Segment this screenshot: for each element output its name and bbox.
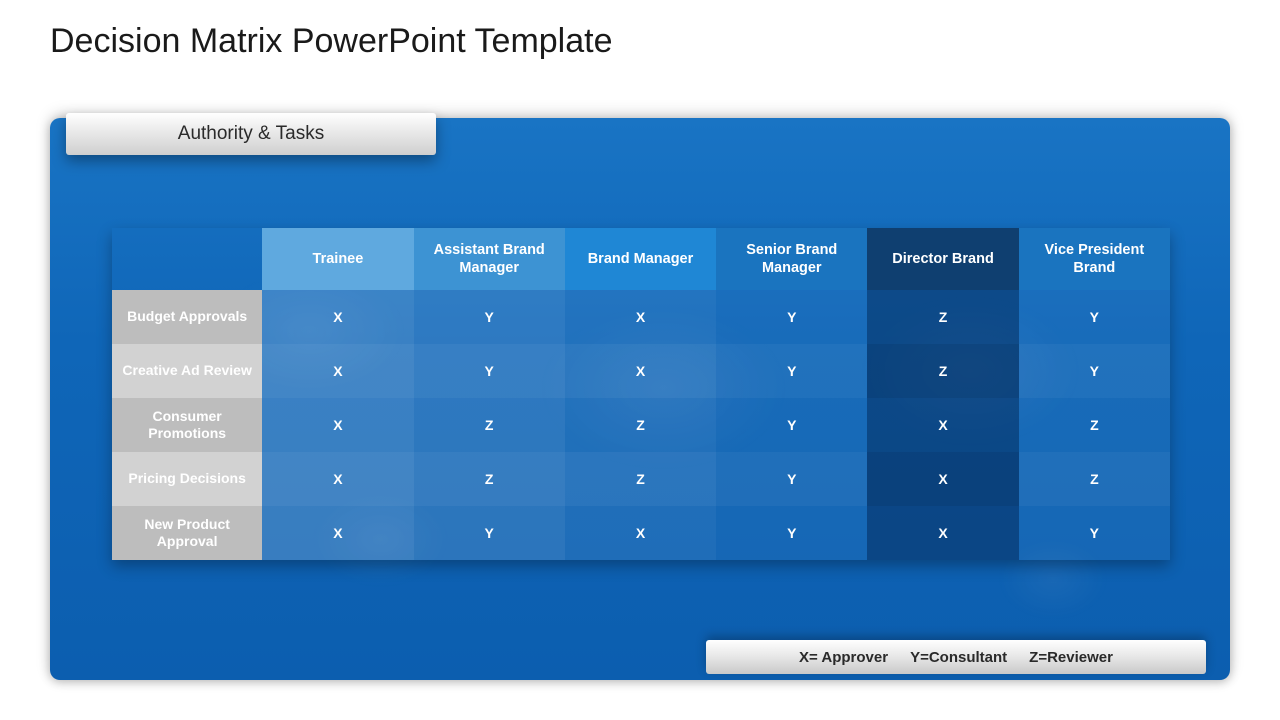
matrix-cell: X (262, 452, 413, 506)
matrix-cell: X (565, 290, 716, 344)
matrix-panel: Authority & Tasks Trainee Assistant Bran… (50, 118, 1230, 680)
row-header: New Product Approval (112, 506, 262, 560)
matrix-cell: X (565, 506, 716, 560)
matrix-cell: X (262, 290, 413, 344)
table-row: Consumer Promotions X Z Z Y X Z (112, 398, 1170, 452)
col-header-trainee: Trainee (262, 228, 413, 290)
table-row: Creative Ad Review X Y X Y Z Y (112, 344, 1170, 398)
matrix-cell: Y (716, 290, 867, 344)
matrix-cell: Z (1019, 452, 1170, 506)
matrix-cell: X (565, 344, 716, 398)
table-row: Budget Approvals X Y X Y Z Y (112, 290, 1170, 344)
matrix-cell: Y (1019, 290, 1170, 344)
matrix-cell: Y (716, 506, 867, 560)
matrix-cell: X (867, 398, 1018, 452)
col-header-assistant-brand-manager: Assistant Brand Manager (414, 228, 565, 290)
legend-x: X= Approver (799, 649, 888, 666)
page-title: Decision Matrix PowerPoint Template (50, 22, 613, 61)
matrix-cell: X (867, 506, 1018, 560)
matrix-cell: X (262, 344, 413, 398)
row-header: Creative Ad Review (112, 344, 262, 398)
row-header: Consumer Promotions (112, 398, 262, 452)
decision-matrix-table: Trainee Assistant Brand Manager Brand Ma… (112, 228, 1170, 560)
matrix-table-wrap: Trainee Assistant Brand Manager Brand Ma… (112, 228, 1170, 560)
matrix-cell: Y (1019, 344, 1170, 398)
section-tab: Authority & Tasks (66, 113, 436, 155)
matrix-cell: Z (414, 398, 565, 452)
col-header-vice-president-brand: Vice President Brand (1019, 228, 1170, 290)
matrix-cell: Y (414, 344, 565, 398)
matrix-cell: Z (414, 452, 565, 506)
table-row: New Product Approval X Y X Y X Y (112, 506, 1170, 560)
row-header: Budget Approvals (112, 290, 262, 344)
legend-z: Z=Reviewer (1029, 649, 1113, 666)
corner-cell (112, 228, 262, 290)
matrix-cell: X (262, 398, 413, 452)
matrix-cell: Y (1019, 506, 1170, 560)
table-row: Pricing Decisions X Z Z Y X Z (112, 452, 1170, 506)
matrix-cell: Z (565, 452, 716, 506)
matrix-cell: Z (565, 398, 716, 452)
matrix-cell: Z (867, 290, 1018, 344)
col-header-brand-manager: Brand Manager (565, 228, 716, 290)
col-header-senior-brand-manager: Senior Brand Manager (716, 228, 867, 290)
legend-bar: X= Approver Y=Consultant Z=Reviewer (706, 640, 1206, 674)
matrix-cell: Z (867, 344, 1018, 398)
row-header: Pricing Decisions (112, 452, 262, 506)
matrix-cell: X (262, 506, 413, 560)
col-header-director-brand: Director Brand (867, 228, 1018, 290)
matrix-cell: Y (414, 290, 565, 344)
matrix-cell: Y (716, 344, 867, 398)
legend-y: Y=Consultant (910, 649, 1007, 666)
matrix-cell: Y (716, 398, 867, 452)
matrix-cell: Y (716, 452, 867, 506)
matrix-cell: Y (414, 506, 565, 560)
matrix-cell: X (867, 452, 1018, 506)
matrix-cell: Z (1019, 398, 1170, 452)
